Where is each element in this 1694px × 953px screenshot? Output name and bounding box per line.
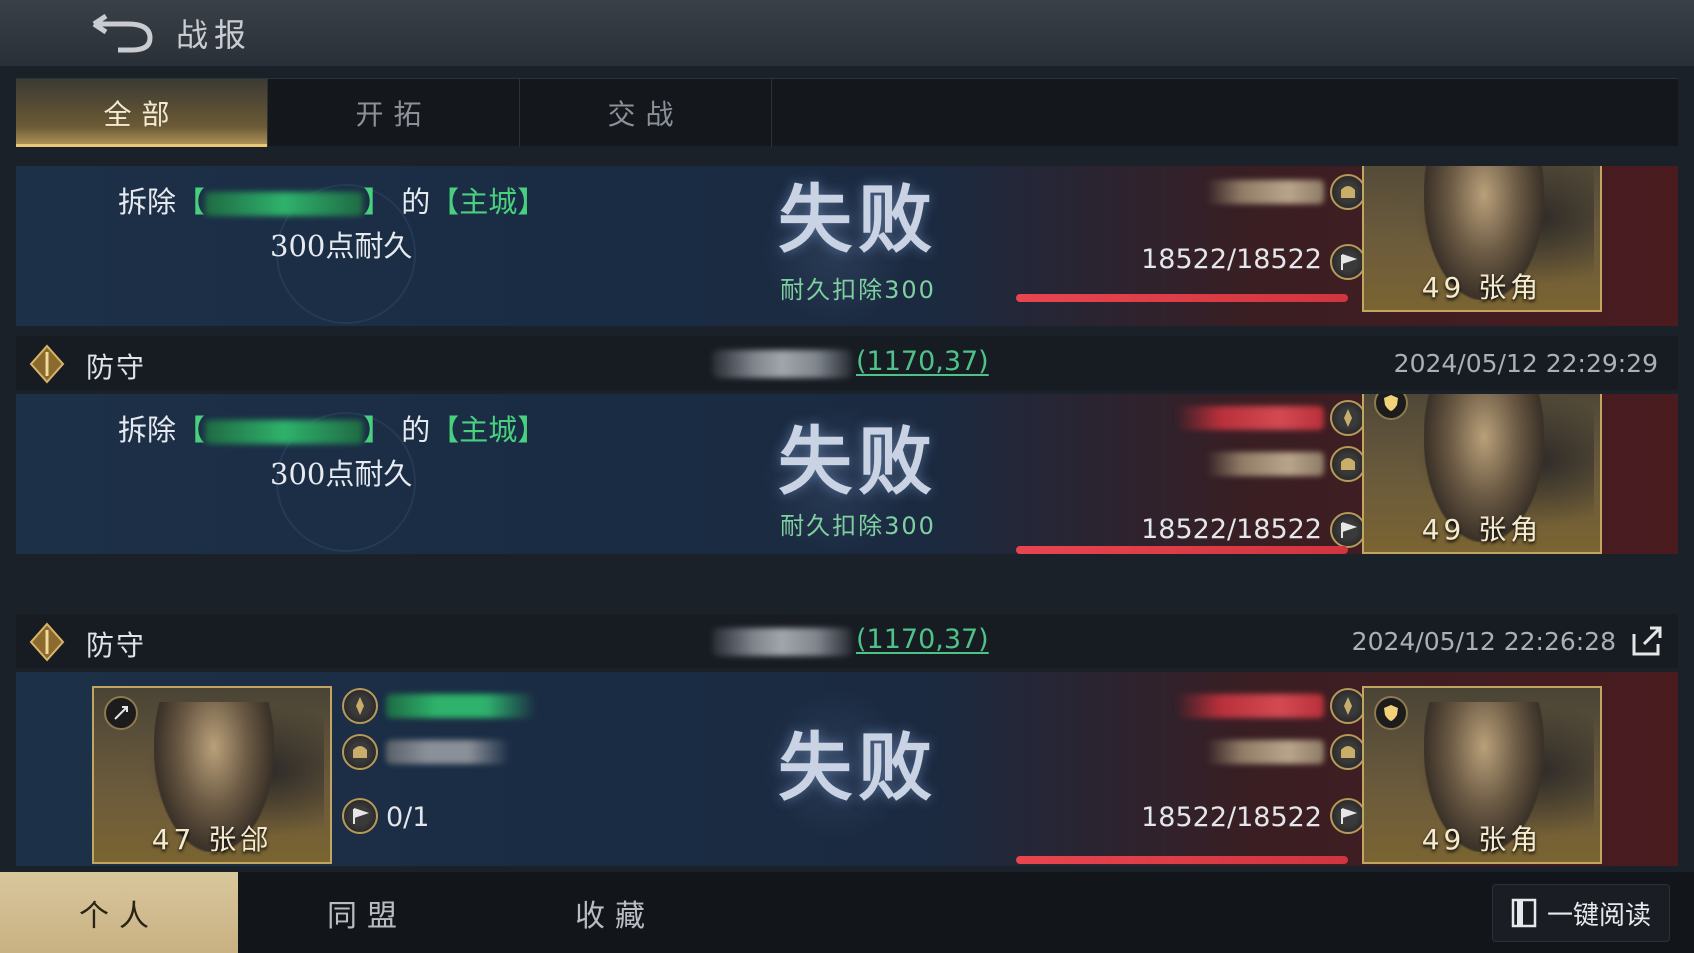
desc-target: 【主城】 bbox=[430, 413, 547, 447]
own-general-portrait[interactable]: 47 张郃 bbox=[92, 686, 332, 864]
enemy-general-portrait[interactable]: 49 张角 bbox=[1362, 166, 1602, 312]
back-arrow-icon bbox=[92, 13, 153, 53]
report-time: 2024/05/12 22:29:29 bbox=[1393, 349, 1658, 378]
report-type: 防守 bbox=[86, 351, 147, 384]
flag-icon bbox=[1330, 798, 1366, 834]
blurred-enemy-name bbox=[1206, 452, 1324, 476]
read-all-label: 一键阅读 bbox=[1546, 900, 1651, 931]
enemy-general-portrait[interactable]: 49 张角 bbox=[1362, 394, 1602, 554]
tab-personal[interactable]: 个人 bbox=[0, 872, 238, 953]
spear-icon bbox=[342, 688, 378, 724]
blurred-player-name bbox=[205, 192, 364, 216]
tab-battle[interactable]: 交战 bbox=[520, 79, 772, 147]
flag-icon bbox=[1330, 512, 1366, 548]
result-subtext: 耐久扣除300 bbox=[780, 276, 936, 304]
own-troops: 0/1 bbox=[386, 802, 430, 833]
enemy-general-label: 49 张角 bbox=[1421, 823, 1543, 856]
desc-amount: 300点耐久 bbox=[270, 229, 413, 263]
tab-alliance[interactable]: 同盟 bbox=[248, 872, 486, 953]
spear-icon bbox=[1330, 400, 1366, 436]
helmet-icon bbox=[1330, 734, 1366, 770]
blurred-enemy-name bbox=[1206, 180, 1324, 204]
desc-of: 的 bbox=[401, 413, 431, 447]
enemy-troops: 18522/18522 bbox=[1141, 244, 1322, 275]
coords-link[interactable]: (1170,37) bbox=[856, 346, 989, 377]
filter-tabs: 全部 开拓 交战 bbox=[16, 78, 1678, 147]
blurred-enemy-player bbox=[1176, 406, 1324, 430]
shield-icon bbox=[29, 622, 65, 662]
helmet-icon bbox=[342, 734, 378, 770]
defense-shield-icon bbox=[1374, 696, 1408, 730]
report-time: 2024/05/12 22:26:28 bbox=[1351, 627, 1616, 656]
desc-action: 拆除 bbox=[118, 185, 177, 219]
report-type: 防守 bbox=[86, 629, 147, 662]
tab-explore[interactable]: 开拓 bbox=[268, 79, 520, 147]
back-button[interactable] bbox=[88, 13, 156, 54]
quill-icon bbox=[104, 696, 138, 730]
blurred-enemy-player bbox=[1176, 694, 1324, 718]
bottom-bar: 个人 同盟 收藏 一键阅读 bbox=[0, 872, 1694, 953]
blurred-location-name bbox=[712, 628, 852, 656]
result-text: 失败 bbox=[778, 725, 938, 811]
enemy-hp-bar bbox=[1016, 856, 1348, 864]
report-card[interactable]: 拆除【】 的【主城】 300点耐久 失败 耐久扣除300 18522/18522… bbox=[16, 166, 1678, 326]
enemy-general-label: 49 张角 bbox=[1421, 513, 1543, 546]
blurred-enemy-name bbox=[1206, 740, 1324, 764]
flag-icon bbox=[342, 798, 378, 834]
enemy-general-label: 49 张角 bbox=[1421, 271, 1543, 304]
desc-target: 【主城】 bbox=[430, 185, 547, 219]
book-icon bbox=[1511, 898, 1537, 928]
helmet-icon bbox=[1330, 446, 1366, 482]
enemy-hp-bar bbox=[1016, 294, 1348, 302]
enemy-troops: 18522/18522 bbox=[1141, 514, 1322, 545]
result-text: 失败 bbox=[778, 177, 938, 263]
blurred-own-name bbox=[386, 740, 510, 764]
report-list[interactable]: 拆除【】 的【主城】 300点耐久 失败 耐久扣除300 18522/18522… bbox=[16, 166, 1678, 866]
read-all-button[interactable]: 一键阅读 bbox=[1492, 884, 1670, 942]
desc-of: 的 bbox=[401, 185, 431, 219]
top-bar: 战报 bbox=[0, 0, 1694, 66]
spear-icon bbox=[1330, 688, 1366, 724]
report-description: 拆除【】 的【主城】 300点耐久 bbox=[118, 408, 578, 496]
shield-icon bbox=[29, 344, 65, 384]
blurred-location-name bbox=[712, 350, 852, 378]
desc-amount: 300点耐久 bbox=[270, 457, 413, 491]
tab-favorites[interactable]: 收藏 bbox=[496, 872, 734, 953]
share-icon[interactable] bbox=[1630, 624, 1664, 658]
blurred-player-name bbox=[205, 420, 364, 444]
flag-icon bbox=[1330, 244, 1366, 280]
enemy-troops: 18522/18522 bbox=[1141, 802, 1322, 833]
helmet-icon bbox=[1330, 174, 1366, 210]
tab-all[interactable]: 全部 bbox=[16, 79, 268, 147]
report-header[interactable]: 防守 (1170,37) 2024/05/12 22:29:29 bbox=[16, 336, 1678, 390]
report-header[interactable]: 防守 (1170,37) 2024/05/12 22:26:28 bbox=[16, 614, 1678, 668]
report-description: 拆除【】 的【主城】 300点耐久 bbox=[118, 180, 578, 268]
enemy-general-portrait[interactable]: 49 张角 bbox=[1362, 686, 1602, 864]
result-subtext: 耐久扣除300 bbox=[780, 512, 936, 540]
coords-link[interactable]: (1170,37) bbox=[856, 624, 989, 655]
desc-action: 拆除 bbox=[118, 413, 177, 447]
result-text: 失败 bbox=[778, 419, 938, 505]
report-card[interactable]: 47 张郃 0/1 失败 18522/18522 49 张角 bbox=[16, 672, 1678, 866]
blurred-own-player bbox=[386, 694, 536, 718]
page-title: 战报 bbox=[176, 16, 253, 54]
enemy-hp-bar bbox=[1016, 546, 1348, 554]
own-general-label: 47 张郃 bbox=[151, 823, 273, 856]
report-card[interactable]: 拆除【】 的【主城】 300点耐久 失败 耐久扣除300 18522/18522… bbox=[16, 394, 1678, 554]
